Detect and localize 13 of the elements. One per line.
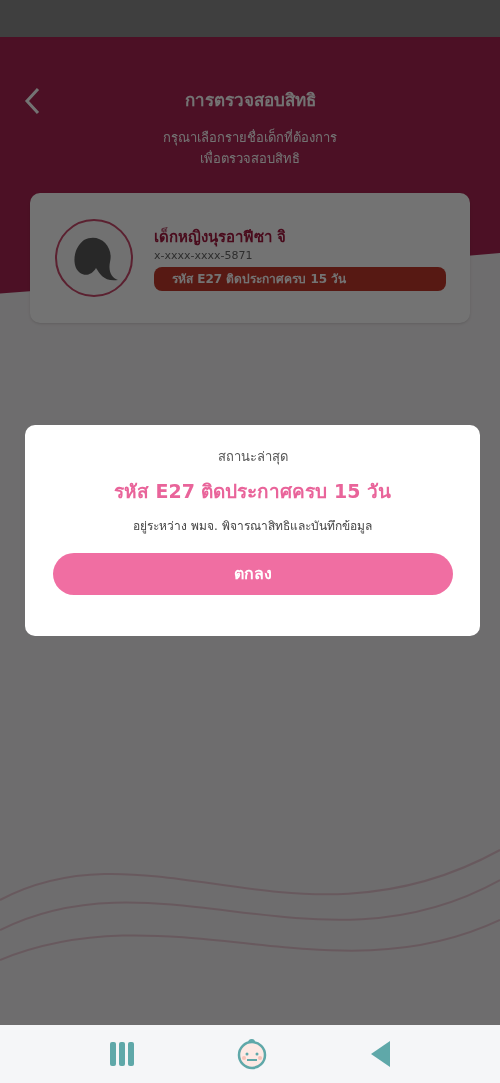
page-subtitle: กรุณาเลือกรายชื่อเด็กที่ต้องการ: [163, 127, 337, 148]
child-name: เด็กหญิงนุรอาฟีซา จิ: [154, 226, 288, 248]
back-icon[interactable]: [24, 87, 40, 115]
dialog-status: รหัส E27 ติดประกาศครบ 15 วัน: [113, 478, 392, 504]
page-subtitle: เพื่อตรวจสอบสิทธิ: [200, 149, 300, 168]
page-title: การตรวจสอบสิทธิ: [183, 89, 317, 113]
dialog-description: อยู่ระหว่าง พมจ. พิจารณาสิทธิและบันทึกข้อมูล: [133, 518, 372, 535]
dialog-label: สถานะล่าสุด: [217, 448, 288, 467]
recent-apps-icon[interactable]: [109, 1039, 136, 1069]
status-label: รหัส E27 ติดประกาศครบ 15 วัน: [154, 266, 446, 291]
child-card[interactable]: เด็กหญิงนุรอาฟีซา จิ x-xxxx-xxxx-5871 รหัส E27 ติดประกาศครบ 15 วัน: [30, 193, 470, 323]
id-number: x-xxxx-xxxx-5871: [154, 248, 254, 264]
ok-button[interactable]: ตกลง: [52, 553, 453, 595]
